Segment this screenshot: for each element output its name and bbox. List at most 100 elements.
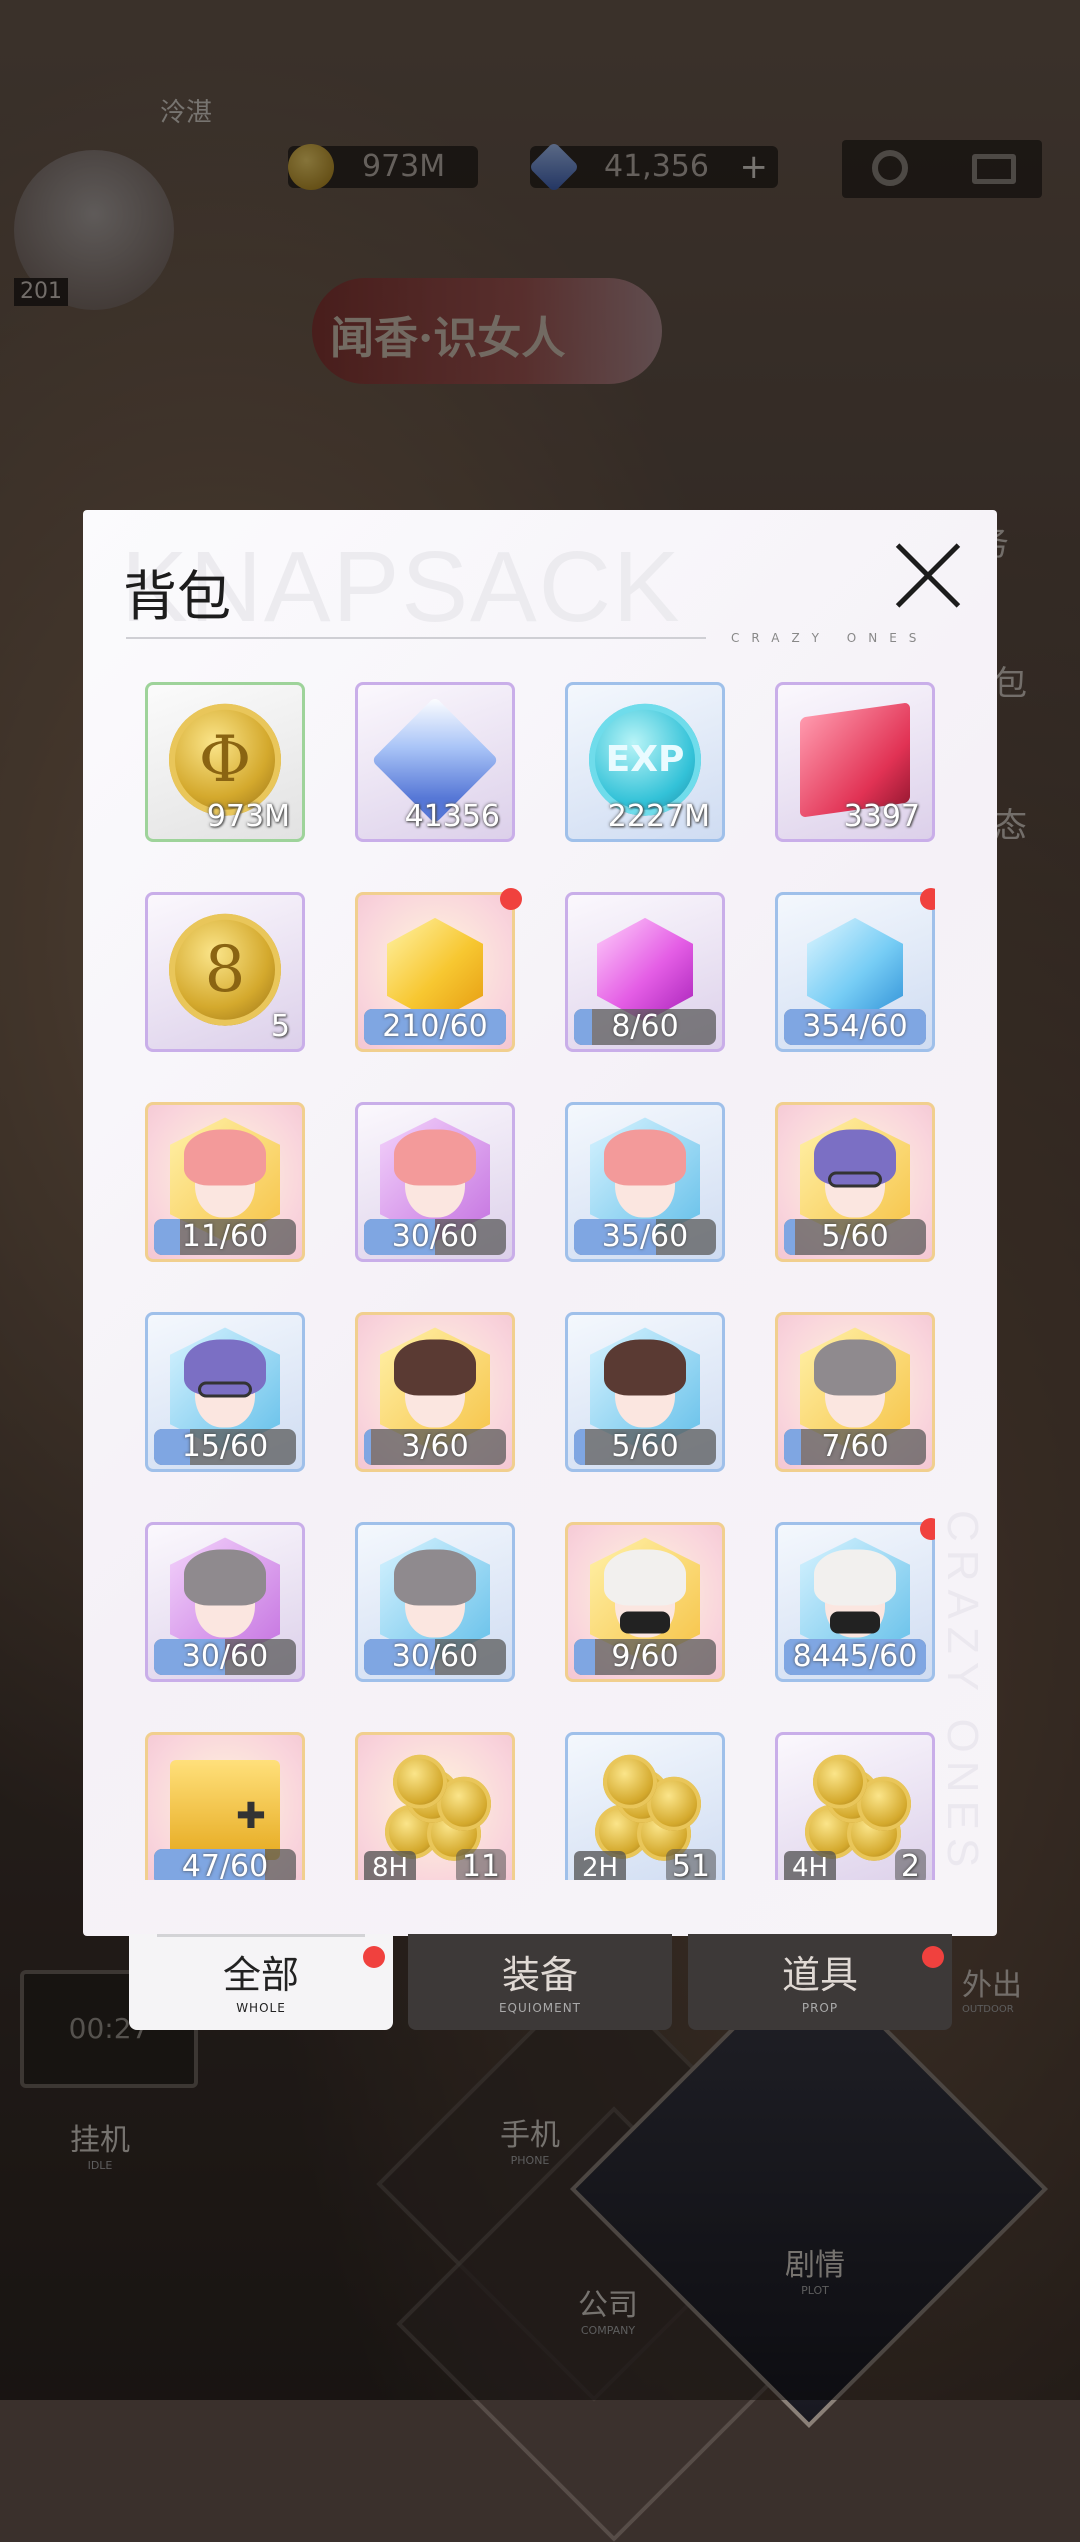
shard-progress-bar: 8445/60	[784, 1639, 926, 1675]
mask-icon	[830, 1611, 880, 1634]
inventory-item[interactable]: Φ 973M	[145, 682, 305, 842]
shard-progress-bar: 7/60	[784, 1429, 926, 1465]
item-count: 41356	[404, 799, 500, 834]
inventory-item[interactable]: 15/60	[145, 1312, 305, 1472]
inventory-item[interactable]: 5/60	[775, 1102, 935, 1262]
inventory-item[interactable]: 7/60	[775, 1312, 935, 1472]
puzzle-chest-icon	[170, 1760, 280, 1860]
inventory-item[interactable]: 47/60	[145, 1732, 305, 1880]
inventory-item[interactable]: 354/60	[775, 892, 935, 1052]
shard-progress-bar: 9/60	[574, 1639, 716, 1675]
inventory-item[interactable]: 85	[145, 892, 305, 1052]
character-hair	[184, 1129, 266, 1186]
shard-progress-bar: 5/60	[784, 1219, 926, 1255]
character-hair	[814, 1339, 896, 1396]
knapsack-modal: KNAPSACK CRAZY ONES 背包 CRAZY ONES Φ 973M 4…	[83, 510, 997, 1936]
progress-text: 47/60	[181, 1849, 269, 1880]
shard-progress-bar: 30/60	[154, 1639, 296, 1675]
character-hair	[814, 1549, 896, 1606]
tab-equioment[interactable]: 装备 EQUIOMENT	[408, 1934, 672, 2030]
inventory-item[interactable]: 210/60	[355, 892, 515, 1052]
inventory-item[interactable]: 41356	[355, 682, 515, 842]
tab-whole[interactable]: 全部 WHOLE	[129, 1934, 393, 2030]
modal-title: 背包	[123, 565, 231, 628]
tab-sublabel: WHOLE	[236, 2001, 286, 2015]
inventory-item[interactable]: 8445/60	[775, 1522, 935, 1682]
inventory-item[interactable]: 2 4H	[775, 1732, 935, 1880]
character-hair	[394, 1549, 476, 1606]
character-hair	[604, 1549, 686, 1606]
shard-progress-bar: 8/60	[574, 1009, 716, 1045]
pink-crystal-icon	[597, 917, 693, 1022]
shard-progress-bar: 30/60	[364, 1639, 506, 1675]
coin-pile-icon	[795, 1754, 915, 1865]
progress-text: 11/60	[181, 1219, 269, 1254]
progress-text: 30/60	[391, 1219, 479, 1254]
duration-tag: 2H	[574, 1851, 627, 1880]
tab-sublabel: PROP	[801, 2001, 839, 2015]
gold-coin-icon: 8	[169, 913, 281, 1026]
gold-crystal-icon	[387, 917, 483, 1022]
item-count: 2	[894, 1849, 926, 1880]
item-count: 51	[665, 1849, 716, 1880]
progress-text: 30/60	[181, 1639, 269, 1674]
inventory-item[interactable]: 35/60	[565, 1102, 725, 1262]
close-button[interactable]	[893, 540, 963, 610]
inventory-item[interactable]: 5/60	[565, 1312, 725, 1472]
item-count: 973M	[206, 799, 290, 834]
progress-text: 8/60	[611, 1009, 679, 1044]
coin-icon	[813, 1754, 867, 1809]
duration-tag: 4H	[784, 1851, 837, 1880]
notification-dot	[920, 1518, 935, 1540]
tab-label: 装备	[501, 1953, 578, 1997]
character-hair	[604, 1129, 686, 1186]
shard-progress-bar: 3/60	[364, 1429, 506, 1465]
character-hair	[184, 1549, 266, 1606]
progress-text: 30/60	[391, 1639, 479, 1674]
inventory-item[interactable]: 3/60	[355, 1312, 515, 1472]
character-hair	[394, 1339, 476, 1396]
tab-label: 道具	[781, 1953, 858, 1997]
progress-text: 8445/60	[792, 1639, 918, 1674]
coin-icon	[393, 1754, 447, 1809]
shard-progress-bar: 354/60	[784, 1009, 926, 1045]
item-count: 5	[270, 1009, 290, 1044]
tab-prop[interactable]: 道具 PROP	[688, 1934, 952, 2030]
item-count: 11	[455, 1849, 506, 1880]
progress-text: 5/60	[611, 1429, 679, 1464]
item-count: 2227M	[607, 799, 710, 834]
inventory-item[interactable]: 30/60	[355, 1102, 515, 1262]
side-watermark: CRAZY ONES	[938, 1510, 987, 1876]
shard-progress-bar: 11/60	[154, 1219, 296, 1255]
title-divider	[126, 637, 706, 639]
progress-text: 7/60	[821, 1429, 889, 1464]
coin-icon	[603, 1754, 657, 1809]
shard-progress-bar: 47/60	[154, 1849, 296, 1880]
inventory-item[interactable]: 51 2H	[565, 1732, 725, 1880]
inventory-item[interactable]: EXP 2227M	[565, 682, 725, 842]
shard-progress-bar: 35/60	[574, 1219, 716, 1255]
notification-dot	[922, 1946, 944, 1968]
mask-icon	[620, 1611, 670, 1634]
shard-progress-bar: 30/60	[364, 1219, 506, 1255]
notification-dot	[363, 1946, 385, 1968]
progress-text: 210/60	[382, 1009, 488, 1044]
inventory-item[interactable]: 3397	[775, 682, 935, 842]
progress-text: 15/60	[181, 1429, 269, 1464]
notification-dot	[920, 888, 935, 910]
tab-label: 全部	[222, 1953, 299, 1997]
item-count: 3397	[843, 799, 920, 834]
progress-text: 35/60	[601, 1219, 689, 1254]
inventory-item[interactable]: 9/60	[565, 1522, 725, 1682]
inventory-item[interactable]: 8/60	[565, 892, 725, 1052]
inventory-item[interactable]: 30/60	[355, 1522, 515, 1682]
shard-progress-bar: 210/60	[364, 1009, 506, 1045]
inventory-item[interactable]: 11/60	[145, 1102, 305, 1262]
inventory-item[interactable]: 30/60	[145, 1522, 305, 1682]
progress-text: 5/60	[821, 1219, 889, 1254]
character-hair	[394, 1129, 476, 1186]
inventory-item[interactable]: 11 8H	[355, 1732, 515, 1880]
progress-text: 9/60	[611, 1639, 679, 1674]
duration-tag: 8H	[364, 1851, 417, 1880]
modal-subtitle: CRAZY ONES	[731, 631, 929, 645]
